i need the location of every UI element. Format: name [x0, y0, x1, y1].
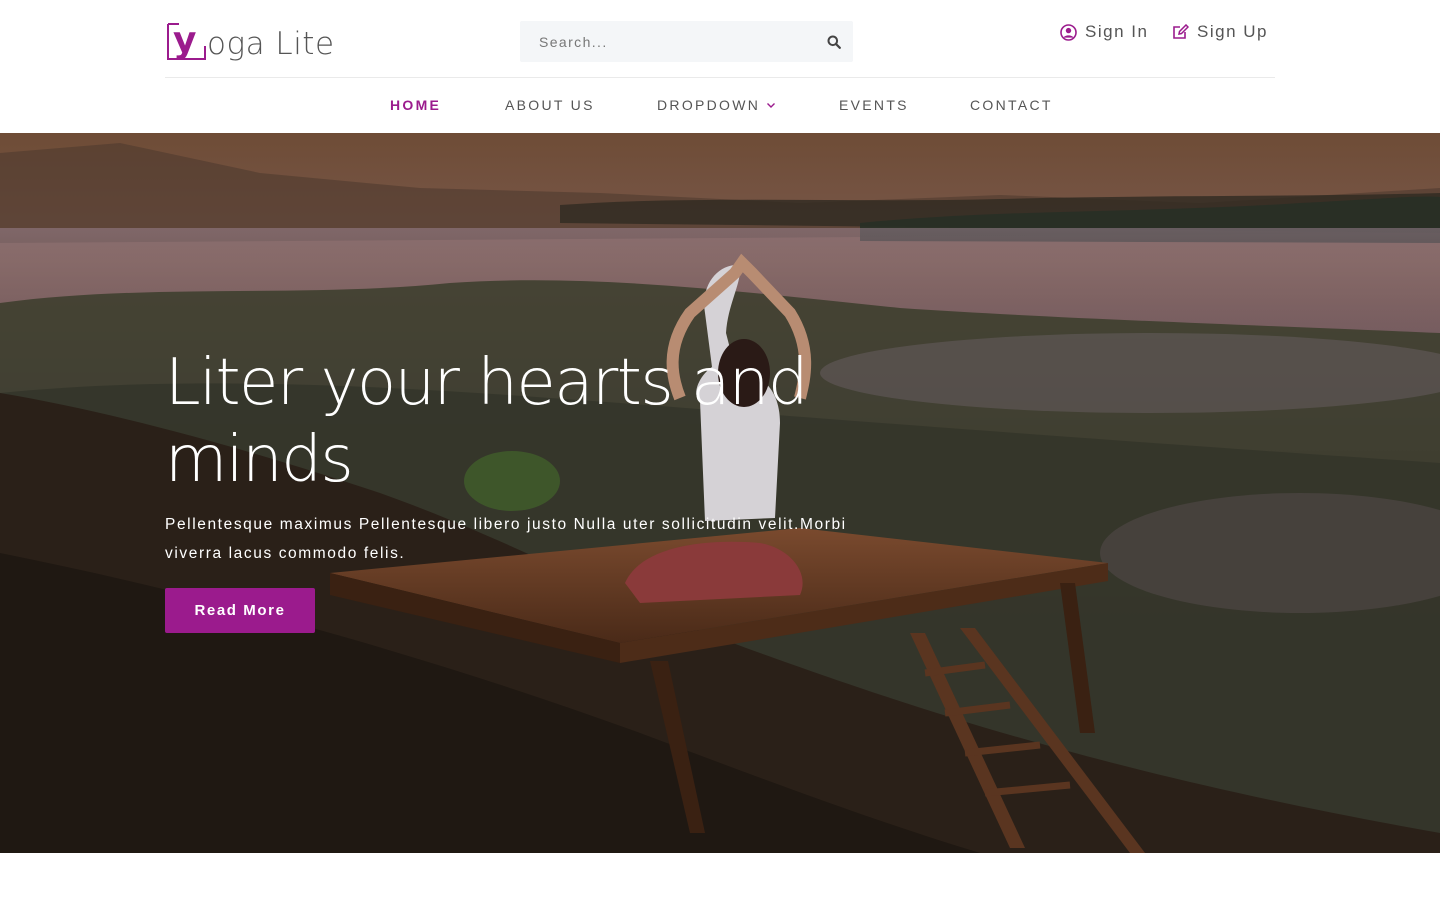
nav-item-dropdown[interactable]: DROPDOWN: [657, 97, 776, 113]
hero-title: Liter your hearts and minds: [165, 346, 808, 497]
nav-item-home[interactable]: HOME: [390, 97, 441, 113]
chevron-down-icon: [767, 102, 776, 108]
main-nav: HOME ABOUT US DROPDOWN EVENTS CONTACT: [0, 78, 1440, 133]
logo-mark-icon: y: [167, 20, 206, 61]
edit-icon: [1173, 24, 1189, 39]
sign-up-label: Sign Up: [1197, 22, 1268, 41]
hero-description: Pellentesque maximus Pellentesque libero…: [165, 516, 847, 562]
site-header: y oga Lite Sign In Sign Up HOME: [0, 0, 1440, 133]
search-button[interactable]: [821, 29, 847, 55]
sign-up-link[interactable]: Sign Up: [1172, 22, 1268, 42]
nav-item-contact[interactable]: CONTACT: [970, 97, 1053, 113]
search-icon: [827, 35, 841, 49]
logo-text: oga Lite: [207, 26, 335, 62]
logo-letter: y: [173, 20, 196, 61]
sign-in-link[interactable]: Sign In: [1060, 22, 1148, 42]
logo[interactable]: y oga Lite: [165, 16, 335, 64]
nav-item-label: CONTACT: [970, 97, 1053, 113]
search-input[interactable]: [520, 21, 810, 62]
nav-item-events[interactable]: EVENTS: [839, 97, 909, 113]
nav-item-label: EVENTS: [839, 97, 909, 113]
user-circle-icon: [1060, 23, 1077, 41]
nav-item-label: DROPDOWN: [657, 97, 761, 113]
nav-item-label: HOME: [390, 97, 442, 113]
nav-item-about-us[interactable]: ABOUT US: [505, 97, 595, 113]
nav-item-label: ABOUT US: [505, 97, 595, 113]
hero-banner: Liter your hearts and minds Pellentesque…: [0, 133, 1440, 853]
search-box: [520, 21, 853, 62]
page-content-area: [0, 853, 1440, 900]
read-more-button[interactable]: Read More: [165, 588, 315, 633]
sign-in-label: Sign In: [1085, 22, 1149, 41]
